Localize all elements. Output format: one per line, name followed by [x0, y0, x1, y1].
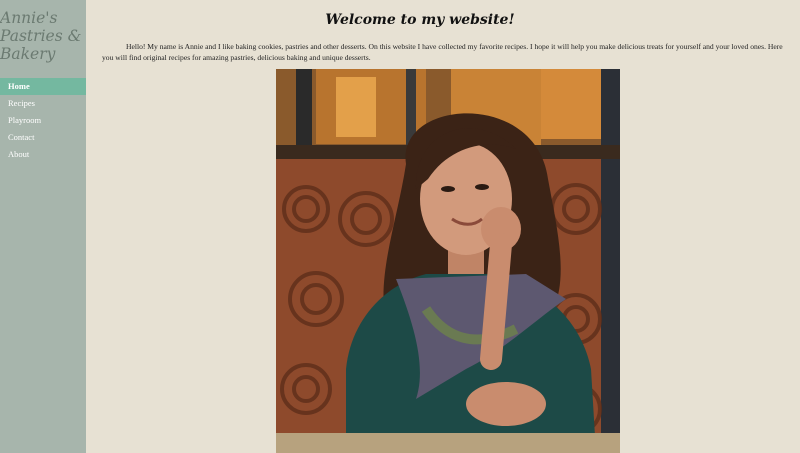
- profile-photo: [276, 69, 620, 453]
- nav-item-recipes[interactable]: Recipes: [0, 95, 86, 112]
- nav-item-about[interactable]: About: [0, 146, 86, 163]
- sidebar: Annie's Pastries & Bakery Home Recipes P…: [0, 0, 86, 453]
- nav-item-home[interactable]: Home: [0, 78, 86, 95]
- nav-item-contact[interactable]: Contact: [0, 129, 86, 146]
- nav-item-playroom[interactable]: Playroom: [0, 112, 86, 129]
- sidebar-nav: Home Recipes Playroom Contact About: [0, 78, 86, 163]
- page-title: Welcome to my website!: [325, 12, 515, 28]
- main-content: Welcome to my website! Hello! My name is…: [86, 0, 800, 453]
- intro-paragraph: Hello! My name is Annie and I like bakin…: [102, 42, 783, 62]
- site-logo[interactable]: Annie's Pastries & Bakery: [0, 9, 86, 63]
